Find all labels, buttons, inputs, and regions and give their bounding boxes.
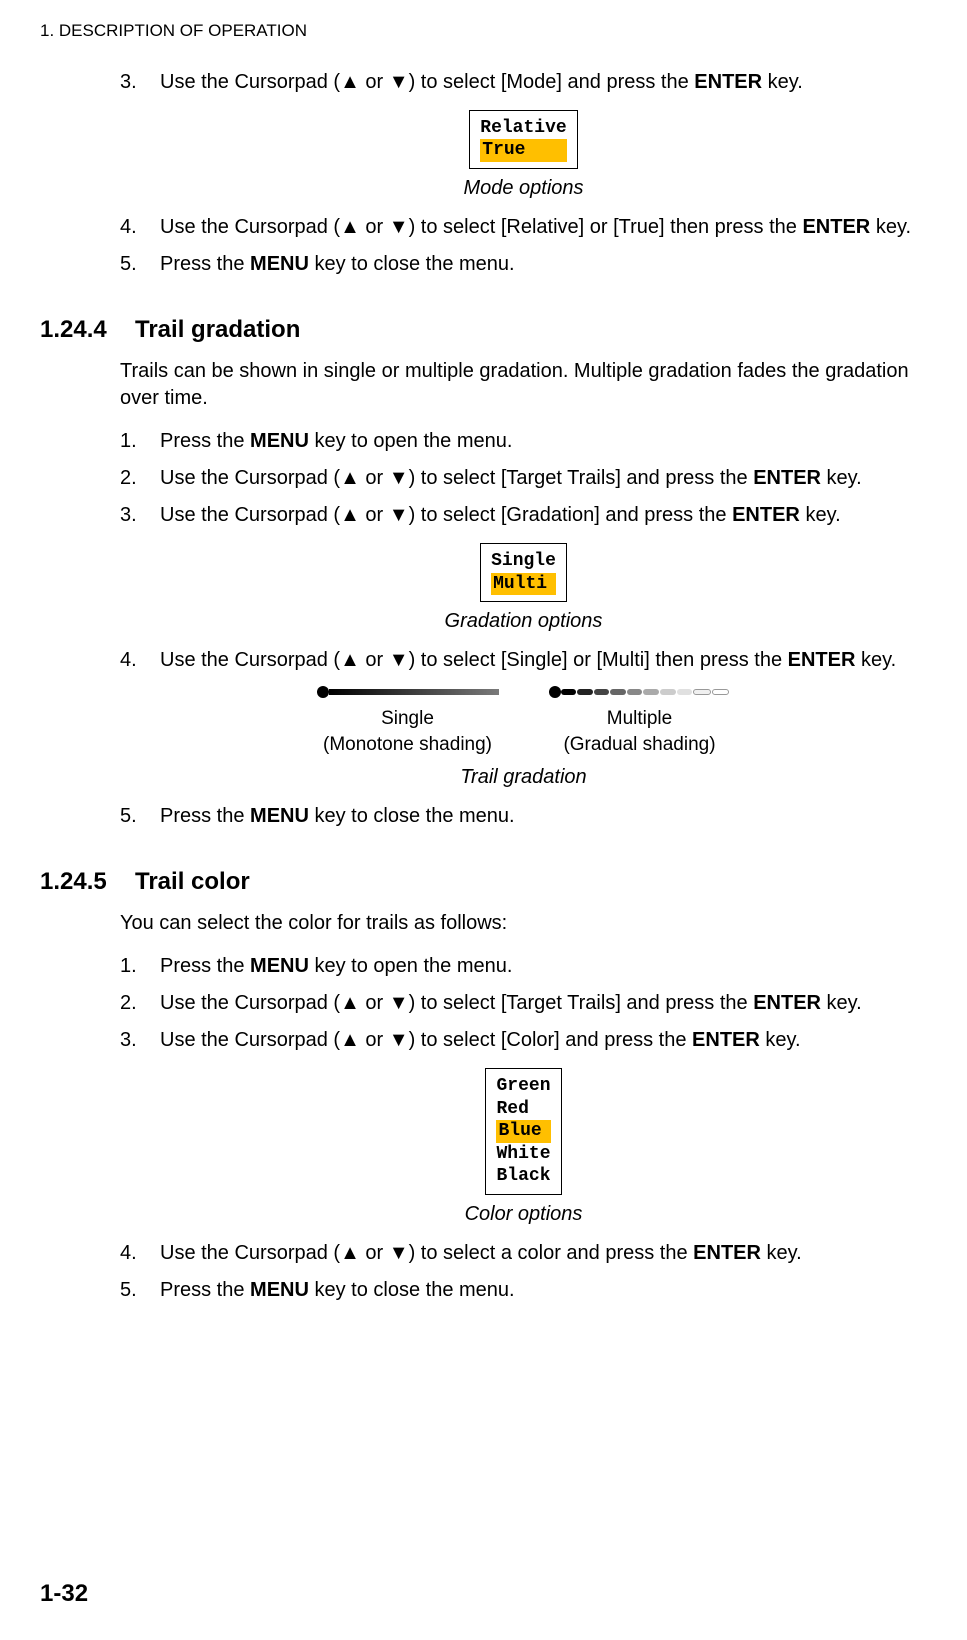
step-list-1b: 4. Use the Cursorpad ( or ) to select [R… xyxy=(120,214,927,278)
step: 5. Press the MENU key to close the menu. xyxy=(120,1277,927,1304)
option-selected: True xyxy=(480,139,566,162)
arrow-up-icon xyxy=(340,504,360,526)
step-list-2a: 1. Press the MENU key to open the menu. … xyxy=(120,428,927,529)
diagram-label: Single xyxy=(323,706,492,732)
arrow-up-icon xyxy=(340,649,360,671)
step: 4. Use the Cursorpad ( or ) to select a … xyxy=(120,1240,927,1267)
single-gradation-group: Single (Monotone shading) xyxy=(317,684,499,757)
arrow-down-icon xyxy=(389,649,409,671)
color-options-figure: Green Red Blue White Black xyxy=(485,1068,561,1195)
step-text: Use the Cursorpad ( or ) to select [Mode… xyxy=(160,69,927,96)
option: Black xyxy=(496,1165,550,1188)
arrow-down-icon xyxy=(389,216,409,238)
option: White xyxy=(496,1143,550,1166)
step: 4. Use the Cursorpad ( or ) to select [R… xyxy=(120,214,927,241)
step: 3. Use the Cursorpad ( or ) to select [M… xyxy=(120,69,927,96)
arrow-up-icon xyxy=(340,1029,360,1051)
step-list-3a: 1. Press the MENU key to open the menu. … xyxy=(120,953,927,1054)
section-number: 1.24.5 xyxy=(40,866,135,898)
arrow-up-icon xyxy=(340,992,360,1014)
arrow-down-icon xyxy=(389,504,409,526)
diagram-sublabel: (Gradual shading) xyxy=(563,732,715,758)
trail-gradation-diagram: Single (Monotone shading) Multiple (Grad… xyxy=(120,684,927,757)
single-bar xyxy=(329,689,499,695)
option-selected: Multi xyxy=(491,573,556,596)
page: 1. DESCRIPTION OF OPERATION 3. Use the C… xyxy=(0,0,967,1640)
step-list-2b: 4. Use the Cursorpad ( or ) to select [S… xyxy=(120,647,927,674)
figure-caption: Trail gradation xyxy=(120,764,927,791)
page-number: 1-32 xyxy=(40,1578,88,1610)
option: Green xyxy=(496,1075,550,1098)
arrow-down-icon xyxy=(389,992,409,1014)
option: Single xyxy=(491,550,556,573)
gradation-options-figure: Single Multi xyxy=(480,543,567,602)
arrow-down-icon xyxy=(389,1242,409,1264)
running-header: 1. DESCRIPTION OF OPERATION xyxy=(40,20,927,43)
section-title: Trail color xyxy=(135,866,250,898)
main-content: 3. Use the Cursorpad ( or ) to select [M… xyxy=(120,69,927,1304)
figure-caption: Mode options xyxy=(120,175,927,202)
step-list-2c: 5. Press the MENU key to close the menu. xyxy=(120,803,927,830)
option: Red xyxy=(496,1098,550,1121)
section-intro: Trails can be shown in single or multipl… xyxy=(120,358,927,412)
step-text: Use the Cursorpad ( or ) to select [Rela… xyxy=(160,214,927,241)
dot-icon xyxy=(317,686,329,698)
step: 3. Use the Cursorpad ( or ) to select [C… xyxy=(120,1027,927,1054)
step: 5. Press the MENU key to close the menu. xyxy=(120,251,927,278)
figure-caption: Color options xyxy=(120,1201,927,1228)
step: 2. Use the Cursorpad ( or ) to select [T… xyxy=(120,465,927,492)
dot-icon xyxy=(549,686,561,698)
arrow-up-icon xyxy=(340,1242,360,1264)
arrow-down-icon xyxy=(389,1029,409,1051)
step: 2. Use the Cursorpad ( or ) to select [T… xyxy=(120,990,927,1017)
step: 1. Press the MENU key to open the menu. xyxy=(120,428,927,455)
step-list-1: 3. Use the Cursorpad ( or ) to select [M… xyxy=(120,69,927,96)
figure-caption: Gradation options xyxy=(120,608,927,635)
step: 1. Press the MENU key to open the menu. xyxy=(120,953,927,980)
option-selected: Blue xyxy=(496,1120,550,1143)
diagram-sublabel: (Monotone shading) xyxy=(323,732,492,758)
step-list-3b: 4. Use the Cursorpad ( or ) to select a … xyxy=(120,1240,927,1304)
mode-options-figure: Relative True xyxy=(469,110,577,169)
step: 3. Use the Cursorpad ( or ) to select [G… xyxy=(120,502,927,529)
section-title: Trail gradation xyxy=(135,314,300,346)
arrow-down-icon xyxy=(389,71,409,93)
arrow-up-icon xyxy=(340,467,360,489)
step-number: 4. xyxy=(120,214,160,241)
diagram-label: Multiple xyxy=(563,706,715,732)
multi-bar xyxy=(561,689,731,695)
section-number: 1.24.4 xyxy=(40,314,135,346)
step-number: 5. xyxy=(120,251,160,278)
multi-gradation-group: Multiple (Gradual shading) xyxy=(549,684,731,757)
step: 4. Use the Cursorpad ( or ) to select [S… xyxy=(120,647,927,674)
section-heading: 1.24.4 Trail gradation xyxy=(40,314,927,346)
arrow-down-icon xyxy=(389,467,409,489)
step: 5. Press the MENU key to close the menu. xyxy=(120,803,927,830)
step-text: Press the MENU key to close the menu. xyxy=(160,251,927,278)
option: Relative xyxy=(480,117,566,140)
arrow-up-icon xyxy=(340,71,360,93)
section-heading: 1.24.5 Trail color xyxy=(40,866,927,898)
section-intro: You can select the color for trails as f… xyxy=(120,910,927,937)
step-number: 3. xyxy=(120,69,160,96)
arrow-up-icon xyxy=(340,216,360,238)
